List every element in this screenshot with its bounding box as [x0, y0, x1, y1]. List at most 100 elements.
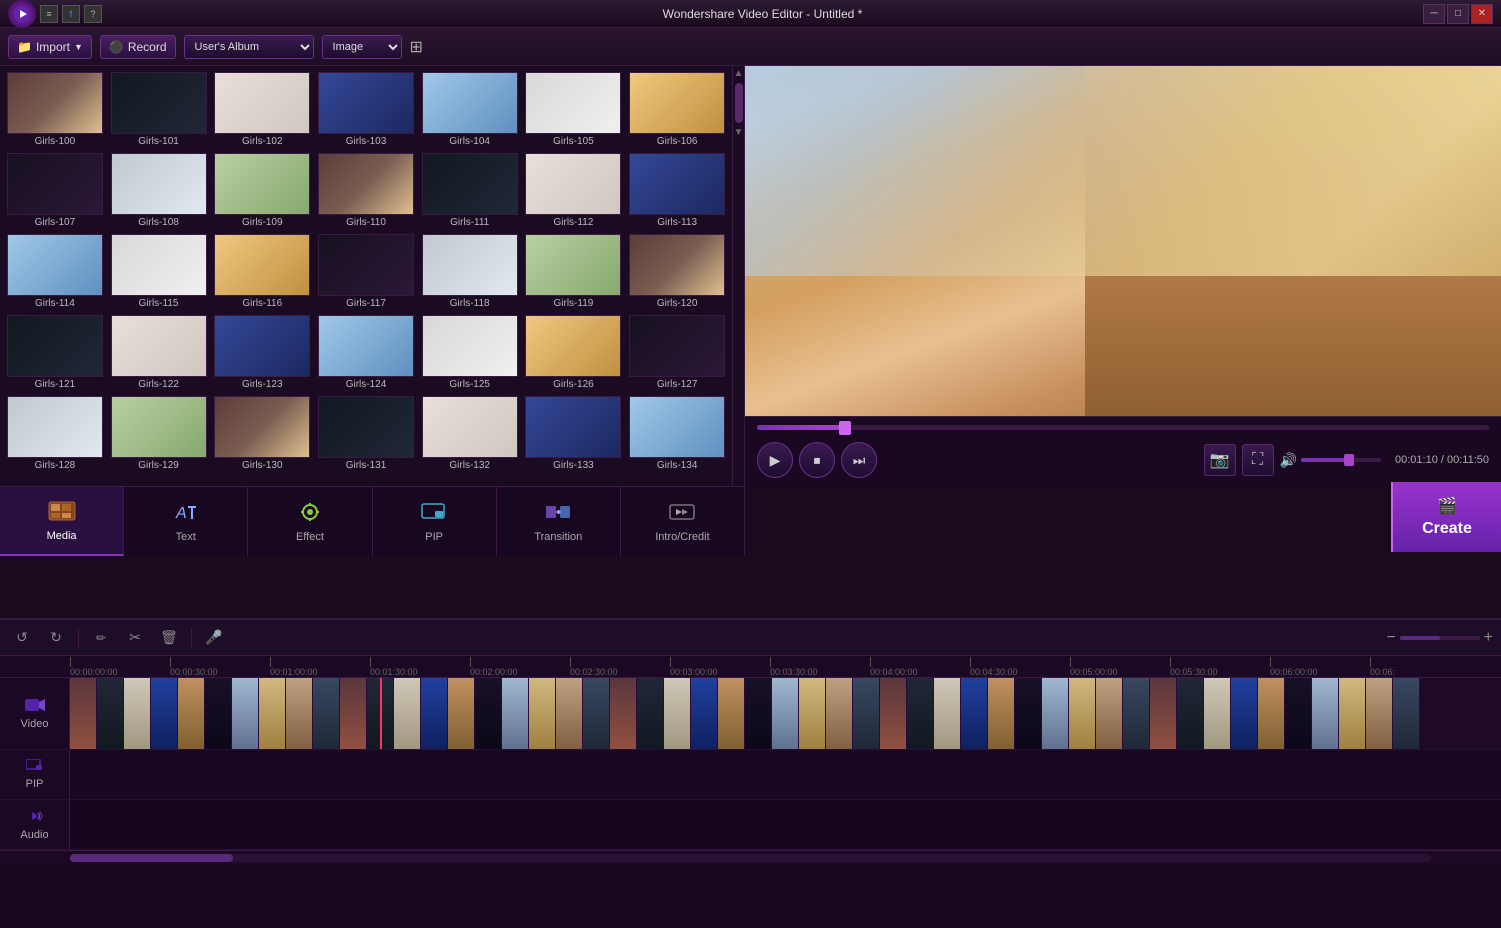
media-item-13[interactable]: Girls-113	[626, 151, 728, 230]
media-item-11[interactable]: Girls-111	[419, 151, 521, 230]
volume-slider[interactable]	[1301, 458, 1381, 462]
zoom-in-button[interactable]: +	[1484, 629, 1493, 647]
record-button[interactable]: ⚫ Record	[100, 35, 176, 59]
media-item-24[interactable]: Girls-124	[315, 313, 417, 392]
play-button[interactable]: ▶	[757, 442, 793, 478]
edit-button[interactable]: ✏	[87, 625, 115, 651]
tab-transition[interactable]: Transition	[497, 487, 621, 556]
ruler-tick-4	[470, 657, 471, 667]
volume-icon[interactable]: 🔊	[1280, 452, 1297, 469]
clip-frame-43	[1231, 678, 1258, 749]
media-item-17[interactable]: Girls-117	[315, 232, 417, 311]
window-controls: ─ □ ✕	[1423, 4, 1493, 24]
media-item-0[interactable]: Girls-100	[4, 70, 106, 149]
tab-pip[interactable]: PIP	[373, 487, 497, 556]
create-button[interactable]: 🎬 Create	[1391, 482, 1501, 552]
media-item-26[interactable]: Girls-126	[523, 313, 625, 392]
media-item-27[interactable]: Girls-127	[626, 313, 728, 392]
zoom-out-button[interactable]: −	[1386, 629, 1395, 647]
media-item-6[interactable]: Girls-106	[626, 70, 728, 149]
media-item-5[interactable]: Girls-105	[523, 70, 625, 149]
close-button[interactable]: ✕	[1471, 4, 1493, 24]
progress-handle[interactable]	[839, 421, 851, 435]
progress-bar[interactable]	[757, 425, 1489, 430]
media-item-7[interactable]: Girls-107	[4, 151, 106, 230]
tab-intro[interactable]: Intro/Credit	[621, 487, 745, 556]
create-icon: 🎬	[1437, 496, 1457, 516]
media-item-14[interactable]: Girls-114	[4, 232, 106, 311]
svg-text:A: A	[175, 505, 187, 522]
album-select[interactable]: User's Album	[184, 35, 314, 59]
media-item-1[interactable]: Girls-101	[108, 70, 210, 149]
media-item-18[interactable]: Girls-118	[419, 232, 521, 311]
next-frame-button[interactable]: ⏭	[841, 442, 877, 478]
ruler-mark-10: 00:05:00:00	[1070, 657, 1170, 677]
minimize-button[interactable]: ─	[1423, 4, 1445, 24]
record-label: Record	[128, 40, 167, 54]
fullscreen-button[interactable]: ⛶	[1242, 444, 1274, 476]
audio-track-content[interactable]	[70, 800, 1501, 849]
help-btn[interactable]: ?	[84, 5, 102, 23]
zoom-fill	[1400, 636, 1440, 640]
grid-view-icon[interactable]: ⊞	[410, 37, 423, 57]
import-button[interactable]: 📁 Import ▼	[8, 35, 92, 59]
fb-btn[interactable]: f	[62, 5, 80, 23]
media-item-19[interactable]: Girls-119	[523, 232, 625, 311]
delete-button[interactable]: 🗑	[155, 625, 183, 651]
media-item-12[interactable]: Girls-112	[523, 151, 625, 230]
maximize-button[interactable]: □	[1447, 4, 1469, 24]
media-item-23[interactable]: Girls-123	[211, 313, 313, 392]
ruler-mark-6: 00:03:00:00	[670, 657, 770, 677]
ruler-tick-12	[1270, 657, 1271, 667]
media-label-19: Girls-119	[554, 298, 594, 309]
scroll-down-arrow[interactable]: ▼	[734, 127, 744, 138]
media-type-select[interactable]: Image Video Audio	[322, 35, 402, 59]
media-item-33[interactable]: Girls-133	[523, 394, 625, 473]
clip-frame-28	[826, 678, 853, 749]
intro-tab-icon	[668, 501, 696, 529]
media-item-22[interactable]: Girls-122	[108, 313, 210, 392]
media-item-21[interactable]: Girls-121	[4, 313, 106, 392]
video-track-label: Video	[0, 678, 70, 749]
media-item-29[interactable]: Girls-129	[108, 394, 210, 473]
pip-track-content[interactable]	[70, 750, 1501, 799]
media-item-10[interactable]: Girls-110	[315, 151, 417, 230]
scroll-thumb-h[interactable]	[70, 854, 233, 862]
volume-handle[interactable]	[1344, 454, 1354, 466]
media-item-20[interactable]: Girls-120	[626, 232, 728, 311]
clip-frame-12	[394, 678, 421, 749]
tab-text[interactable]: A Text	[124, 487, 248, 556]
media-item-8[interactable]: Girls-108	[108, 151, 210, 230]
scroll-up-arrow[interactable]: ▲	[734, 68, 744, 79]
media-item-30[interactable]: Girls-130	[211, 394, 313, 473]
tab-effect[interactable]: Effect	[248, 487, 372, 556]
taskbar-btn[interactable]: ≡	[40, 5, 58, 23]
media-item-9[interactable]: Girls-109	[211, 151, 313, 230]
clip-frame-36	[1042, 678, 1069, 749]
cut-button[interactable]: ✂	[121, 625, 149, 651]
undo-button[interactable]: ↺	[8, 625, 36, 651]
media-item-15[interactable]: Girls-115	[108, 232, 210, 311]
redo-button[interactable]: ↻	[42, 625, 70, 651]
media-label-28: Girls-128	[35, 460, 76, 471]
media-scrollbar[interactable]: ▲ ▼	[732, 66, 744, 486]
tab-media[interactable]: Media	[0, 487, 124, 556]
stop-button[interactable]: ⏹	[799, 442, 835, 478]
zoom-slider[interactable]	[1400, 636, 1480, 640]
ruler-mark-3: 00:01:30:00	[370, 657, 470, 677]
horizontal-scrollbar[interactable]	[70, 854, 1431, 862]
media-item-25[interactable]: Girls-125	[419, 313, 521, 392]
media-item-34[interactable]: Girls-134	[626, 394, 728, 473]
media-item-31[interactable]: Girls-131	[315, 394, 417, 473]
mic-button[interactable]: 🎤	[200, 625, 228, 651]
media-item-3[interactable]: Girls-103	[315, 70, 417, 149]
media-item-2[interactable]: Girls-102	[211, 70, 313, 149]
media-item-4[interactable]: Girls-104	[419, 70, 521, 149]
media-item-16[interactable]: Girls-116	[211, 232, 313, 311]
video-track-content[interactable]	[70, 678, 1501, 749]
scroll-thumb[interactable]	[735, 83, 743, 123]
media-item-28[interactable]: Girls-128	[4, 394, 106, 473]
media-item-32[interactable]: Girls-132	[419, 394, 521, 473]
media-thumb-7	[7, 153, 103, 215]
snapshot-button[interactable]: 📷	[1204, 444, 1236, 476]
